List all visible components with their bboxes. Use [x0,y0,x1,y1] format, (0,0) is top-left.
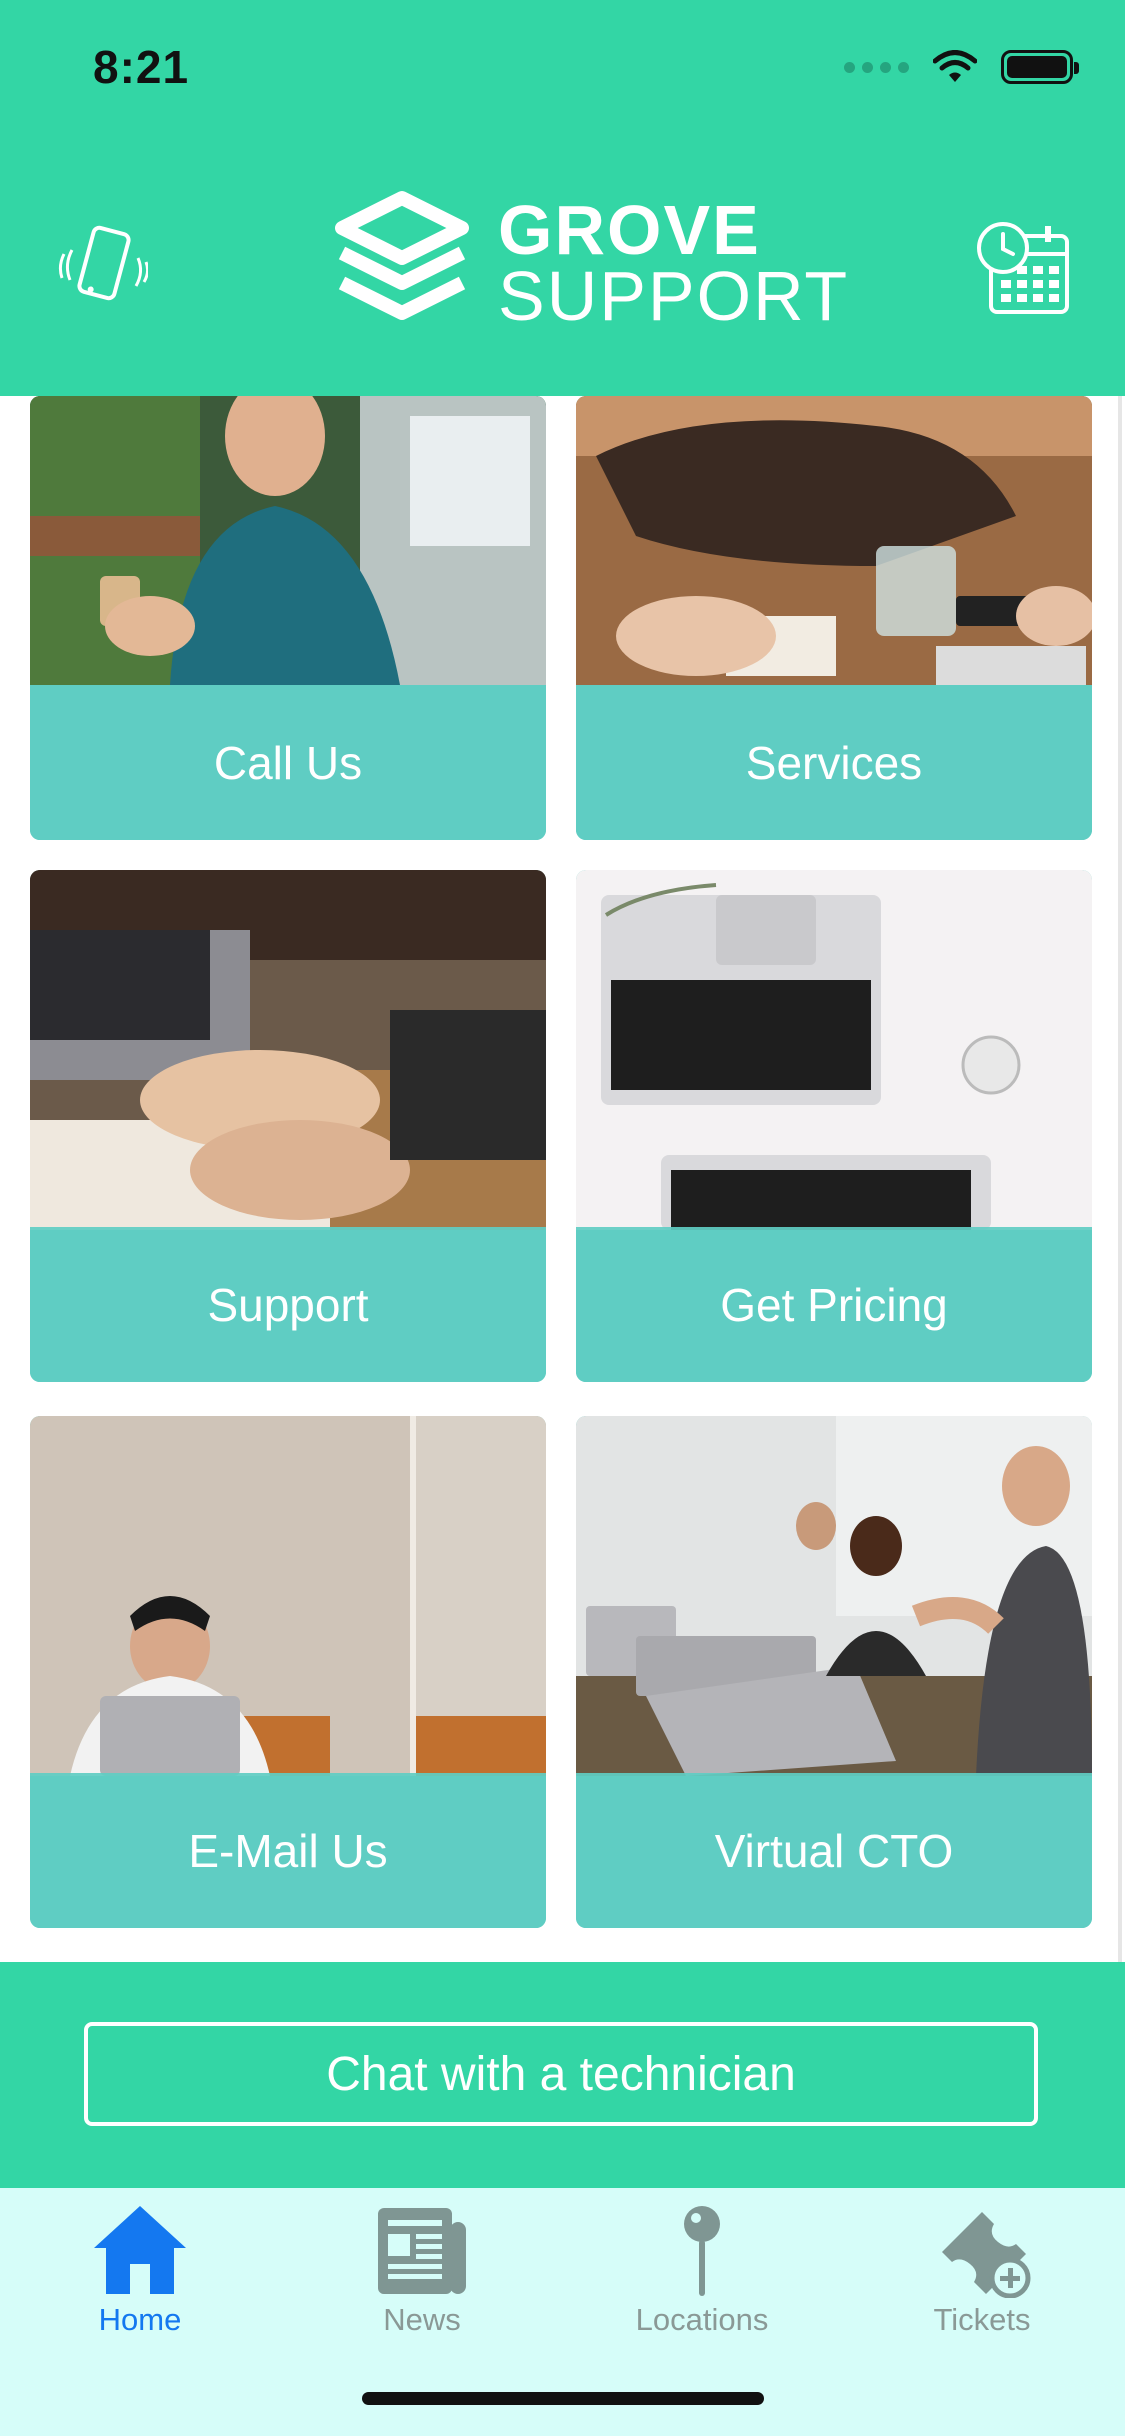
tab-label: News [383,2302,461,2337]
status-time: 8:21 [93,41,190,93]
tab-tickets[interactable]: Tickets [882,2202,1082,2338]
brand-line2: SUPPORT [498,257,850,335]
card-virtual-cto[interactable]: Virtual CTO [576,1416,1092,1928]
team-meeting-photo [576,1416,1092,1776]
card-label: E-Mail Us [188,1824,388,1877]
map-pin-icon [684,2206,720,2296]
services-grid: Call Us Services Support Get Pricing E-M… [0,396,1125,1962]
tab-label: Locations [635,2302,769,2337]
brand-line1: GROVE [498,191,761,269]
desk-with-bag-photo [576,396,1092,685]
logo-mark-icon [335,191,469,320]
card-support[interactable]: Support [30,870,546,1382]
status-icons [844,50,1079,84]
card-label-band: Services [576,685,1092,840]
tab-home[interactable]: Home [40,2202,240,2338]
tab-news[interactable]: News [322,2202,522,2338]
tab-locations[interactable]: Locations [602,2202,802,2338]
card-label: Call Us [213,736,363,789]
battery-icon [1001,50,1079,84]
card-label: Support [207,1278,369,1331]
card-get-pricing[interactable]: Get Pricing [576,870,1092,1382]
calendar-clock-icon[interactable] [973,218,1073,318]
signal-icon [844,61,909,73]
laptops-on-desk-photo [576,870,1092,1230]
card-call-us[interactable]: Call Us [30,396,546,840]
card-label-band: E-Mail Us [30,1773,546,1928]
card-label-band: Support [30,1227,546,1382]
card-email-us[interactable]: E-Mail Us [30,1416,546,1928]
app-header: 8:21 GROVE SUPPORT [0,0,1125,396]
card-label-band: Call Us [30,685,546,840]
card-label: Get Pricing [720,1278,948,1331]
card-label-band: Virtual CTO [576,1773,1092,1928]
tab-label: Tickets [933,2302,1031,2337]
card-label: Services [745,736,923,789]
newspaper-icon [378,2208,466,2294]
hand-writing-photo [30,870,546,1230]
home-icon [94,2206,186,2294]
ticket-add-icon [942,2212,1031,2298]
woman-with-phone-photo [30,396,546,685]
phone-vibrate-icon[interactable] [58,220,148,320]
brand-name: GROVE SUPPORT [498,195,849,331]
card-services[interactable]: Services [576,396,1092,840]
scroll-indicator [1118,396,1122,1962]
tab-label: Home [98,2302,182,2337]
chat-with-technician-button[interactable]: Chat with a technician [84,2022,1038,2126]
stressed-developer-photo [30,1416,546,1776]
card-label: Virtual CTO [714,1824,954,1877]
chat-bar: Chat with a technician [0,1962,1125,2188]
home-indicator[interactable] [362,2392,764,2405]
card-label-band: Get Pricing [576,1227,1092,1382]
wifi-icon [933,50,977,82]
grove-support-logo: GROVE SUPPORT [322,188,849,338]
